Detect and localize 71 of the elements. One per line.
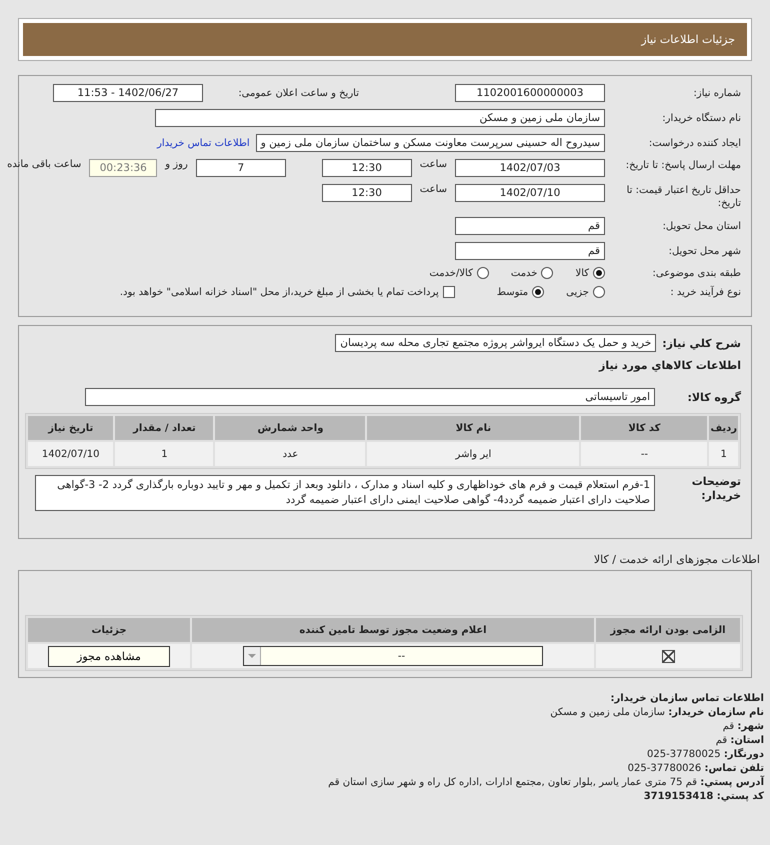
page-title: جزئیات اطلاعات نیاز [23,23,747,56]
table-cell: 1 [709,442,738,466]
field-label: تاریخ و ساعت اعلان عمومی: [237,88,359,98]
section-title: اطلاعات کالاهاي مورد نياز [599,359,741,372]
column-header: تاریخ نیاز [28,416,114,440]
checkbox-label: پرداخت تمام یا بخشی از مبلغ خرید،از محل "اسناد خزانه اسلامی" خواهد بود. [120,286,439,298]
field-label: حداقل تاریخ اعتبار قیمت: تا تاریخ: [626,184,741,210]
radio-label: متوسط [496,286,528,298]
column-header: تعداد / مقدار [115,416,214,440]
field-label: مهلت ارسال پاسخ: تا تاریخ: [624,159,741,172]
column-header: الزامی بودن ارائه مجوز [596,618,740,642]
radio-button[interactable] [476,267,489,279]
field-label: طبقه بندی موضوعی: [652,268,741,278]
column-header: اعلام وضعیت مجوز توسط تامین کننده [192,618,594,642]
city-field: قم [455,242,605,260]
field-label: شماره نیاز: [692,88,741,98]
column-header: ردیف [709,416,738,440]
summary-field: خرید و حمل یک دستگاه ایرواشر پروژه مجتمع تجاری محله سه پردیسان [335,334,656,352]
province-field: قم [455,217,605,235]
caret-icon [247,653,257,659]
validity-time-field: 12:30 [322,184,412,202]
table-cell: -- [581,442,708,466]
field-label: توضیحات خریدار: [690,475,741,503]
field-label: ساعت [418,159,448,170]
field-label: ساعت [418,184,448,195]
radio-button[interactable] [593,286,605,298]
contact-line: آدرس پستي: قم 75 متری عمار یاسر ,بلوار تعاون ,مجتمع ادارات ,اداره کل راه و شهر سازی استان قم [327,776,764,790]
deadline-date-field: 1402/07/03 [455,159,605,177]
days-field: 7 [196,159,286,177]
field-label: شهر محل تحویل: [668,246,741,256]
column-header: واحد شمارش [215,416,366,440]
radio-label: کالا/خدمت [429,268,473,278]
deadline-time-field: 12:30 [322,159,412,177]
radio-button[interactable] [593,267,605,279]
goods-group-field: امور تاسیساتی [85,388,655,406]
buyer-field: سازمان ملی زمین و مسکن [155,109,605,127]
status-dropdown[interactable]: -- [243,646,543,666]
column-header: کد کالا [581,416,708,440]
field-label: نوع فرآیند خرید : [669,286,741,298]
table-cell: عدد [215,442,366,466]
radio-button[interactable] [532,286,544,298]
checkbox[interactable] [442,286,455,298]
need-number-field: 1102001600000003 [455,84,605,102]
creator-field: سیدروح اله حسینی سرپرست معاونت مسکن و ساختمان سازمان ملی زمین و [256,134,605,152]
contact-line: استان: قم [714,734,764,748]
contact-line: شهر: قم [722,720,764,734]
field-label: شرح کلي نياز: [662,336,741,350]
field-label: روز و [164,159,189,170]
section-title: اطلاعات مجوزهای ارائه خدمت / کالا [592,553,760,566]
table-cell: 1402/07/10 [28,442,114,466]
field-label: نام دستگاه خریدار: [661,112,741,124]
field-label: ساعت باقی مانده [6,159,82,170]
contact-title: اطلاعات تماس سازمان خریدار: [609,692,764,706]
field-label: ایجاد کننده درخواست: [648,138,741,148]
remaining-time-field: 00:23:36 [89,159,158,177]
view-permit-button[interactable]: مشاهده مجوز [48,646,170,666]
field-label: گروه کالا: [686,390,741,404]
radio-button[interactable] [541,267,554,279]
column-header: جزئیات [28,618,190,642]
radio-label: جزیی [566,286,589,298]
column-header: نام کالا [367,416,580,440]
field-label: استان محل تحویل: [662,220,741,232]
validity-date-field: 1402/07/10 [455,184,605,202]
buyer-notes-field: 1-فرم استعلام قیمت و فرم های خوداظهاری و کلیه اسناد و مدارک ، دانلود وبعد از تکمیل و مهر و تایید دوباره بارگذاری گردد 2- 3-گواهی صلاحیت دارای اعتبار ضمیمه گردد4- گواهی صلاحیت ایمنی دارای اعتبار ضمیمه گردد [35,475,655,511]
table-cell: 1 [115,442,214,466]
contact-line: نام سازمان خریدار: سازمان ملی زمین و مسکن [549,706,764,720]
announce-date-field: 1402/06/27 - 11:53 [53,84,203,102]
table-cell: ایر واشر [367,442,580,466]
buyer-contact-link[interactable]: اطلاعات تماس خریدار [157,138,250,148]
radio-label: کالا [575,268,589,278]
radio-label: خدمت [510,268,538,278]
